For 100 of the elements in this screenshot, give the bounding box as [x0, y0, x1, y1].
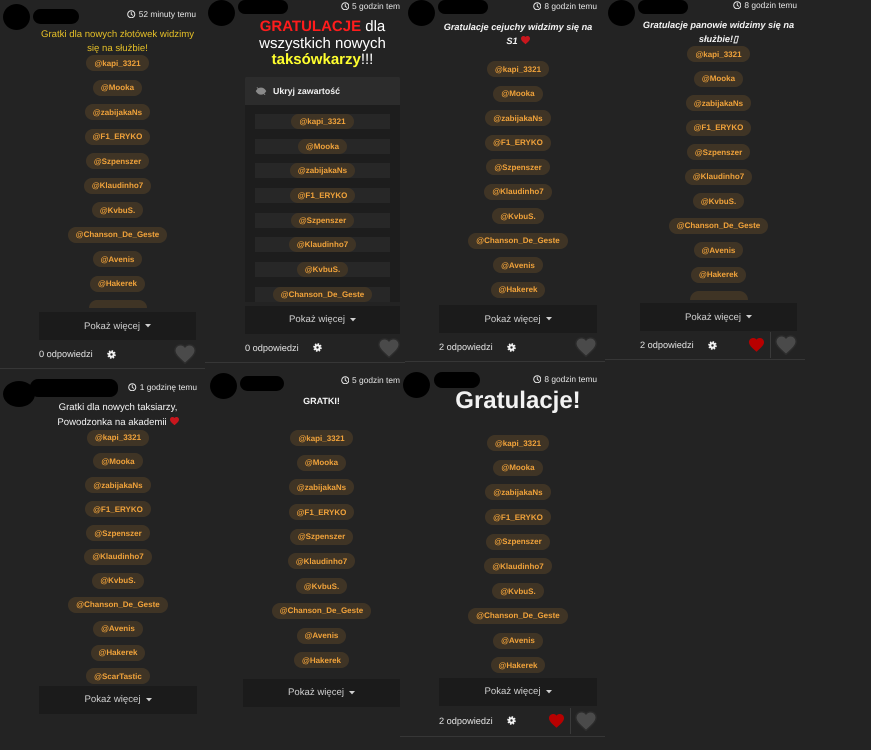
- mention-tag[interactable]: @KvbuS.: [92, 572, 144, 589]
- mention-tag[interactable]: @Avenis: [694, 242, 744, 258]
- mention-tag[interactable]: @zabijakaNs: [290, 163, 356, 178]
- replies-link[interactable]: 2 odpowiedzi: [439, 342, 493, 352]
- mention-tag[interactable]: @Mooka: [298, 138, 348, 154]
- clock-icon: [128, 382, 137, 392]
- mention-tag[interactable]: @Mooka: [296, 454, 346, 471]
- mention-tag[interactable]: @F1_ERYKO: [290, 188, 356, 204]
- mention-tag[interactable]: @Chanson_De_Geste: [68, 226, 168, 242]
- show-more-button[interactable]: Pokaż więcej: [439, 305, 597, 333]
- mention-tag[interactable]: @kapi_3321: [291, 114, 354, 129]
- replies-link[interactable]: 2 odpowiedzi: [640, 340, 694, 350]
- mention-tag[interactable]: @kapi_3321: [486, 435, 550, 451]
- mention-tag[interactable]: @Chanson_De_Geste: [272, 286, 372, 302]
- mention-tag[interactable]: @Szpenszer: [686, 144, 750, 160]
- mention-tag[interactable]: @Szpenszer: [290, 528, 354, 545]
- mention-tag[interactable]: @zabijakaNs: [686, 95, 752, 111]
- mention-tag[interactable]: @Chanson_De_Geste: [668, 218, 768, 234]
- mention-tag[interactable]: @kapi_3321: [290, 430, 353, 446]
- mention-tag[interactable]: @Klaudinho7: [684, 168, 752, 184]
- mention-tag[interactable]: @Avenis: [92, 251, 142, 267]
- mention-tag[interactable]: @zabijakaNs: [288, 479, 354, 496]
- mention-tag[interactable]: @Szpenszer: [486, 534, 550, 550]
- mention-tag[interactable]: @Klaudinho7: [484, 184, 552, 200]
- mention-tag[interactable]: @Hakerek: [490, 657, 546, 674]
- settings-icon[interactable]: [106, 350, 116, 358]
- mention-tag[interactable]: @F1_ERYKO: [84, 128, 150, 144]
- mention-tag[interactable]: @kapi_3321: [86, 55, 149, 71]
- replies-link[interactable]: 0 odpowiedzi: [39, 349, 93, 359]
- replies-link[interactable]: 0 odpowiedzi: [245, 342, 299, 353]
- caret-icon: [145, 324, 151, 328]
- mention-tag[interactable]: @zabijakaNs: [485, 484, 551, 500]
- mention-tag[interactable]: @Hakerek: [691, 266, 746, 282]
- mention-tag[interactable]: @KvbuS.: [692, 193, 744, 209]
- heart-icon[interactable]: [174, 344, 196, 364]
- settings-icon[interactable]: [506, 716, 516, 726]
- mention-tag[interactable]: @KvbuS.: [296, 262, 348, 278]
- mention-tag[interactable]: @Hakerek: [490, 282, 546, 298]
- mention-tag[interactable]: @F1_ERYKO: [85, 501, 151, 518]
- mention-tag[interactable]: @Mooka: [694, 70, 744, 86]
- mention-tag[interactable]: @kapi_3321: [687, 46, 750, 62]
- settings-icon[interactable]: [708, 340, 717, 350]
- mention-tag[interactable]: @F1_ERYKO: [485, 509, 551, 526]
- caret-icon: [546, 690, 552, 694]
- mention-tag[interactable]: @Klaudinho7: [84, 548, 152, 565]
- mention-tag[interactable]: @zabijakaNs: [84, 104, 150, 120]
- mention-tag[interactable]: @F1_ERYKO: [686, 120, 752, 136]
- mention-tag[interactable]: @Mooka: [493, 86, 543, 102]
- mention-tag[interactable]: @Avenis: [296, 628, 346, 644]
- mention-tag[interactable]: @kapi_3321: [86, 430, 150, 446]
- mention-tag[interactable]: @KvbuS.: [492, 208, 544, 224]
- mention-tag[interactable]: @Mooka: [493, 460, 543, 476]
- avatar: [403, 372, 430, 398]
- caret-icon: [349, 691, 355, 695]
- mention-tag[interactable]: @Avenis: [93, 620, 143, 637]
- mention-tag[interactable]: @Avenis: [493, 257, 543, 273]
- heart-icon[interactable]: [575, 336, 597, 358]
- mention-tag[interactable]: @Mooka: [93, 453, 143, 470]
- heart-reaction-icon[interactable]: [549, 714, 564, 728]
- show-more-button[interactable]: Pokaż więcej: [245, 306, 400, 334]
- mention-tag[interactable]: @Klaudinho7: [84, 178, 152, 194]
- show-more-button[interactable]: Pokaż więcej: [39, 686, 197, 714]
- settings-icon[interactable]: [312, 343, 322, 352]
- heart-icon[interactable]: [775, 334, 797, 356]
- mention-tag[interactable]: @Szpenszer: [86, 525, 150, 542]
- mention-tag[interactable]: @Szpenszer: [486, 159, 550, 175]
- mention-tag[interactable]: @Hakerek: [90, 276, 145, 292]
- show-more-button[interactable]: Pokaż więcej: [439, 678, 597, 706]
- show-more-button[interactable]: Pokaż więcej: [39, 312, 196, 340]
- mention-tag[interactable]: @Klaudinho7: [288, 553, 356, 570]
- mention-tag[interactable]: @Szpenszer: [86, 153, 150, 169]
- mention-tag[interactable]: @zabijakaNs: [85, 477, 151, 494]
- mention-tag[interactable]: @KvbuS.: [92, 202, 144, 218]
- mention-tag[interactable]: @Klaudinho7: [484, 558, 552, 574]
- settings-icon[interactable]: [506, 342, 516, 352]
- mention-tag[interactable]: @F1_ERYKO: [288, 504, 354, 520]
- mention-tag[interactable]: @kapi_3321: [486, 61, 550, 77]
- mention-tag[interactable]: @KvbuS.: [296, 578, 348, 594]
- heart-reaction-icon[interactable]: [749, 338, 764, 352]
- mention-tag[interactable]: @Chanson_De_Geste: [468, 232, 568, 248]
- mention-tag[interactable]: @Szpenszer: [290, 212, 354, 228]
- mention-tag[interactable]: @Chanson_De_Geste: [68, 596, 168, 613]
- timestamp: 5 godzin tem: [352, 1, 400, 11]
- mention-tag[interactable]: @Mooka: [92, 80, 142, 96]
- mention-tag[interactable]: @Chanson_De_Geste: [468, 608, 568, 624]
- mention-tag[interactable]: @Chanson_De_Geste: [272, 602, 372, 619]
- mention-tag[interactable]: @Klaudinho7: [288, 237, 356, 252]
- mention-tag[interactable]: @zabijakaNs: [485, 110, 551, 126]
- replies-link[interactable]: 2 odpowiedzi: [439, 716, 493, 726]
- show-more-button[interactable]: Pokaż więcej: [243, 678, 400, 707]
- mention-tag[interactable]: @Hakerek: [90, 644, 146, 661]
- heart-icon[interactable]: [378, 338, 400, 358]
- mention-tag[interactable]: @Hakerek: [294, 652, 349, 668]
- spoiler-toggle[interactable]: Ukryj zawartość: [245, 77, 400, 105]
- mention-tag[interactable]: @F1_ERYKO: [485, 134, 551, 150]
- mention-tag[interactable]: @ScarTastic: [86, 668, 150, 684]
- show-more-button[interactable]: Pokaż więcej: [640, 303, 797, 331]
- mention-tag[interactable]: @KvbuS.: [492, 583, 544, 600]
- mention-tag[interactable]: @Avenis: [493, 632, 543, 648]
- heart-icon[interactable]: [575, 710, 597, 732]
